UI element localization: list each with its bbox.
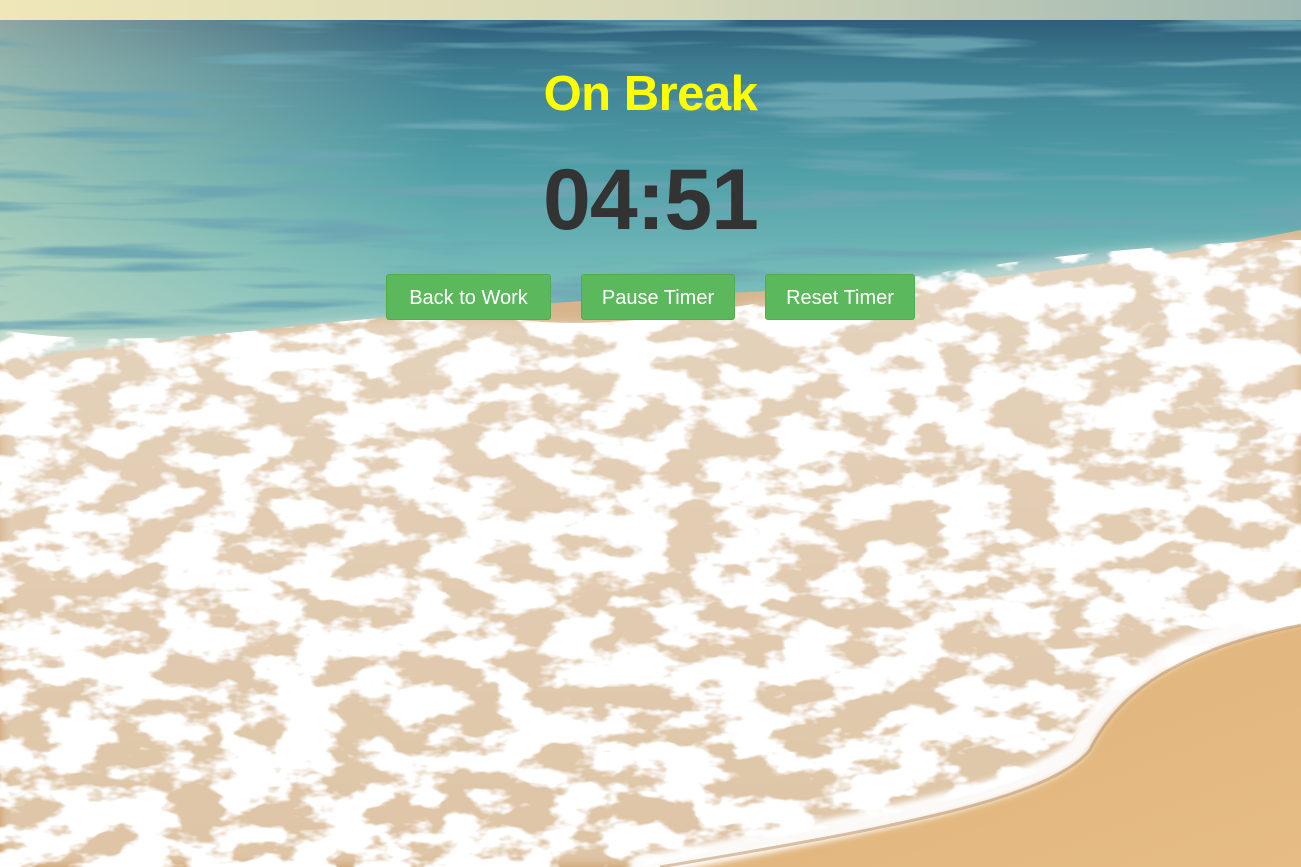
back-to-work-button[interactable]: Back to Work xyxy=(386,274,551,320)
beach-background-image xyxy=(0,0,1301,867)
countdown-display: 04:51 xyxy=(543,152,759,248)
timer-controls: Back to Work Pause Timer Reset Timer xyxy=(0,274,1301,322)
pause-timer-button[interactable]: Pause Timer xyxy=(581,274,735,320)
reset-timer-button[interactable]: Reset Timer xyxy=(765,274,915,320)
status-heading: On Break xyxy=(543,67,758,121)
